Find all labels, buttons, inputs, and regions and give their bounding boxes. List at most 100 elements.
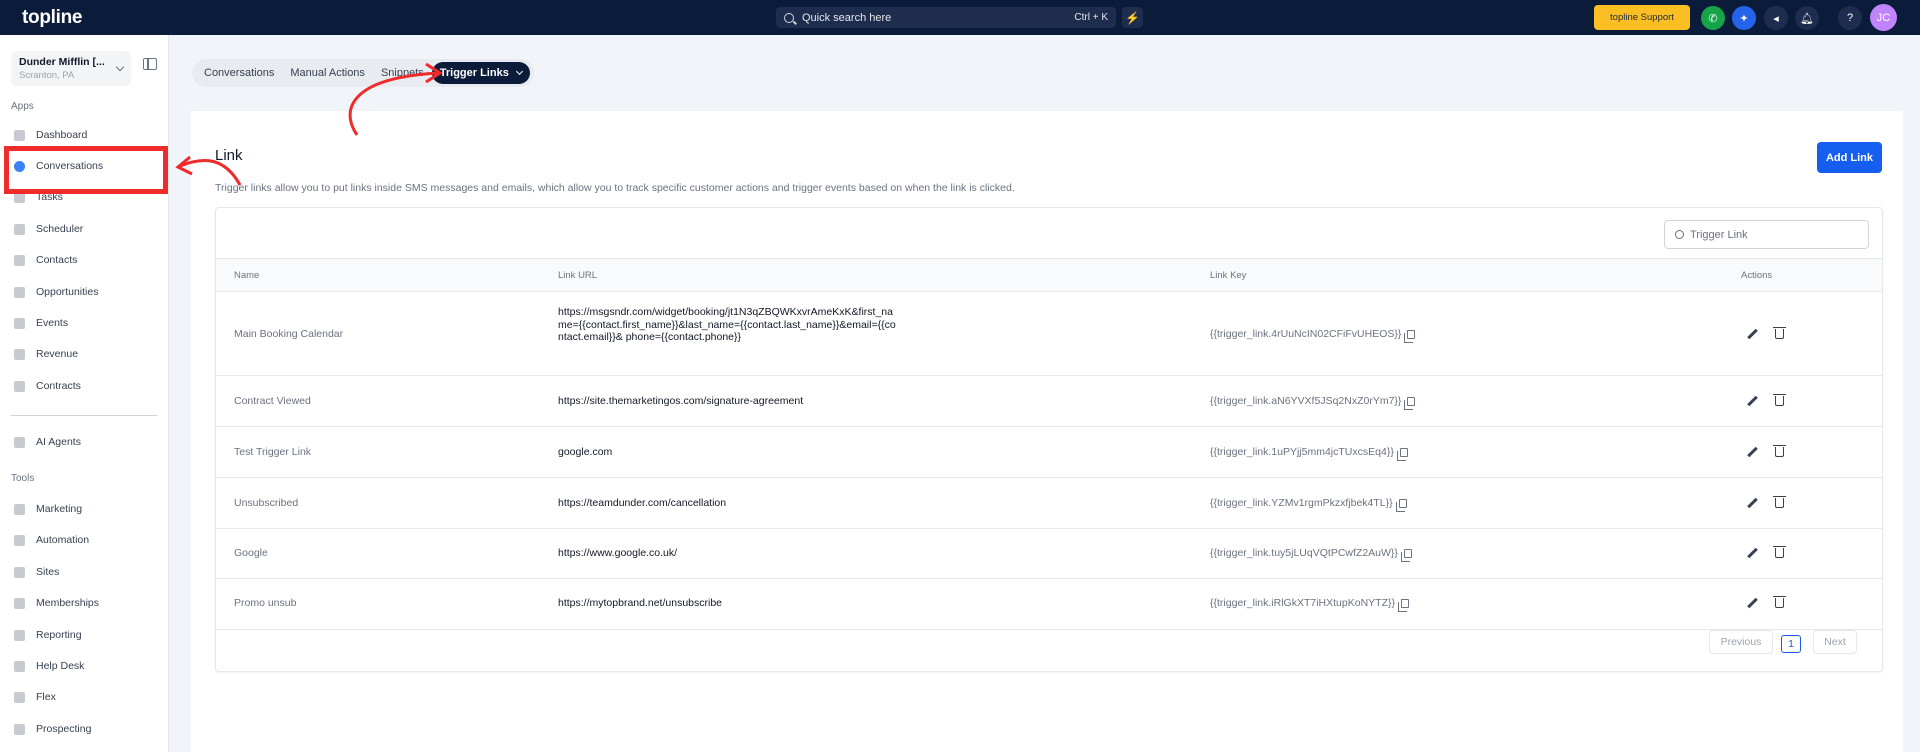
- dashboard-icon: [14, 129, 25, 141]
- sidebar-item-contacts[interactable]: Contacts: [14, 250, 77, 270]
- sub-nav-tabs: Conversations Manual Actions Snippets Tr…: [192, 59, 534, 87]
- tab-manual-actions[interactable]: Manual Actions: [282, 62, 373, 84]
- link-name: Promo unsub: [234, 597, 297, 609]
- sidebar-item-ai-agents[interactable]: AI Agents: [14, 432, 81, 452]
- app-logo[interactable]: topline: [22, 7, 82, 29]
- link-key: {{trigger_link.YZMv1rgmPkzxfjbek4TL}}: [1210, 497, 1407, 512]
- edit-icon[interactable]: [1747, 498, 1757, 508]
- column-header-actions: Actions: [1741, 270, 1773, 281]
- trash-icon[interactable]: [1773, 496, 1786, 508]
- sidebar-item-revenue[interactable]: Revenue: [14, 344, 78, 364]
- tab-conversations[interactable]: Conversations: [196, 62, 282, 84]
- table-row: Unsubscribed https://teamdunder.com/canc…: [216, 478, 1882, 529]
- help-icon: [14, 660, 25, 672]
- copy-icon[interactable]: [1400, 548, 1412, 562]
- link-name: Contract Viewed: [234, 395, 311, 407]
- quick-search-bar[interactable]: Quick search here Ctrl + K: [776, 7, 1116, 28]
- search-placeholder: Trigger Link: [1690, 228, 1748, 241]
- trash-icon[interactable]: [1773, 327, 1786, 339]
- link-url: https://www.google.co.uk/: [558, 547, 678, 559]
- sidebar-collapse-icon[interactable]: [143, 58, 157, 70]
- automation-icon: [14, 534, 25, 546]
- search-placeholder: Quick search here: [802, 11, 892, 24]
- user-icon: [14, 254, 25, 266]
- top-bar: topline Quick search here Ctrl + K ⚡ top…: [0, 0, 1920, 35]
- link-url: https://site.themarketingos.com/signatur…: [558, 395, 804, 407]
- sidebar-item-events[interactable]: Events: [14, 313, 68, 333]
- copy-icon[interactable]: [1404, 329, 1416, 343]
- link-url: https://msgsndr.com/widget/booking/jt1N3…: [558, 306, 896, 343]
- tab-trigger-links[interactable]: Trigger Links: [431, 62, 530, 84]
- trash-icon[interactable]: [1773, 546, 1786, 558]
- copy-icon[interactable]: [1395, 498, 1407, 512]
- trigger-links-panel: Link Trigger links allow you to put link…: [191, 111, 1903, 752]
- help-icon[interactable]: ?: [1838, 6, 1862, 30]
- column-header-link-key: Link Key: [1210, 270, 1247, 281]
- edit-icon[interactable]: [1747, 598, 1757, 608]
- search-icon: [784, 12, 794, 23]
- sidebar-item-help-desk[interactable]: Help Desk: [14, 656, 84, 676]
- link-name: Main Booking Calendar: [234, 328, 344, 340]
- link-name: Unsubscribed: [234, 497, 299, 509]
- page-title: Link: [215, 147, 243, 164]
- link-url: https://mytopbrand.net/unsubscribe: [558, 597, 723, 609]
- copy-icon[interactable]: [1404, 396, 1416, 410]
- phone-icon[interactable]: ✆: [1701, 6, 1725, 30]
- tab-snippets[interactable]: Snippets: [373, 62, 432, 84]
- revenue-icon: [14, 348, 25, 360]
- column-header-link-url: Link URL: [558, 270, 598, 281]
- edit-icon[interactable]: [1747, 396, 1757, 406]
- contracts-icon: [14, 380, 25, 392]
- location-switcher[interactable]: Dunder Mifflin [... Scranton, PA: [11, 51, 131, 86]
- link-key: {{trigger_link.1uPYjj5mm4jcTUxcsEq4}}: [1210, 446, 1408, 461]
- page-number-button[interactable]: 1: [1781, 635, 1801, 653]
- link-key: {{trigger_link.4rUuNcIN02CFiFvUHEOS}}: [1210, 328, 1416, 343]
- table-row: Test Trigger Link google.com {{trigger_l…: [216, 427, 1882, 478]
- edit-icon[interactable]: [1747, 548, 1757, 558]
- next-page-button[interactable]: Next: [1813, 630, 1857, 654]
- bell-icon[interactable]: 🔔︎: [1795, 6, 1819, 30]
- annotation-highlight-box: [4, 146, 168, 194]
- sidebar-item-scheduler[interactable]: Scheduler: [14, 219, 83, 239]
- megaphone-icon[interactable]: ◂: [1764, 6, 1788, 30]
- trash-icon[interactable]: [1773, 394, 1786, 406]
- trash-icon[interactable]: [1773, 445, 1786, 457]
- link-key: {{trigger_link.iRlGkXT7iHXtupKoNYTZ}}: [1210, 597, 1409, 612]
- sidebar-item-prospecting[interactable]: Prospecting: [14, 719, 91, 739]
- sidebar-item-opportunities[interactable]: Opportunities: [14, 282, 98, 302]
- sidebar-item-sites[interactable]: Sites: [14, 562, 59, 582]
- megaphone-icon: [14, 503, 25, 515]
- location-name: Dunder Mifflin [...: [19, 56, 105, 68]
- sidebar-item-contracts[interactable]: Contracts: [14, 376, 81, 396]
- trash-icon[interactable]: [1773, 596, 1786, 608]
- annotation-arrowhead-sidebar: [175, 155, 193, 176]
- edit-icon[interactable]: [1747, 447, 1757, 457]
- sidebar-item-dashboard[interactable]: Dashboard: [14, 125, 87, 145]
- copy-icon[interactable]: [1398, 598, 1409, 612]
- lightning-icon[interactable]: ⚡: [1122, 7, 1143, 28]
- sidebar-item-flex[interactable]: Flex: [14, 687, 56, 707]
- trigger-link-search-input[interactable]: Trigger Link: [1664, 220, 1869, 249]
- sidebar-item-memberships[interactable]: Memberships: [14, 593, 99, 613]
- copy-icon[interactable]: [1396, 447, 1408, 461]
- link-url: google.com: [558, 446, 613, 458]
- sidebar-item-automation[interactable]: Automation: [14, 530, 89, 550]
- table-row: Promo unsub https://mytopbrand.net/unsub…: [216, 579, 1882, 630]
- add-link-button[interactable]: Add Link: [1817, 142, 1882, 173]
- sidebar: Dunder Mifflin [... Scranton, PA Apps Da…: [0, 35, 169, 752]
- events-icon: [14, 317, 25, 329]
- search-shortcut: Ctrl + K: [1074, 12, 1108, 23]
- table-header: Name Link URL Link Key Actions: [216, 258, 1882, 292]
- opportunities-icon: [14, 286, 25, 298]
- sidebar-item-reporting[interactable]: Reporting: [14, 625, 82, 645]
- search-icon: [1675, 230, 1684, 239]
- prospecting-icon: [14, 723, 25, 735]
- link-url: https://teamdunder.com/cancellation: [558, 497, 727, 509]
- sidebar-item-marketing[interactable]: Marketing: [14, 499, 82, 519]
- table-row: Contract Viewed https://site.themarketin…: [216, 376, 1882, 427]
- magic-wand-icon[interactable]: ✦: [1732, 6, 1756, 30]
- previous-page-button[interactable]: Previous: [1709, 630, 1773, 654]
- support-button[interactable]: topline Support: [1594, 5, 1690, 30]
- user-avatar[interactable]: JC: [1870, 4, 1897, 31]
- edit-icon[interactable]: [1747, 329, 1757, 339]
